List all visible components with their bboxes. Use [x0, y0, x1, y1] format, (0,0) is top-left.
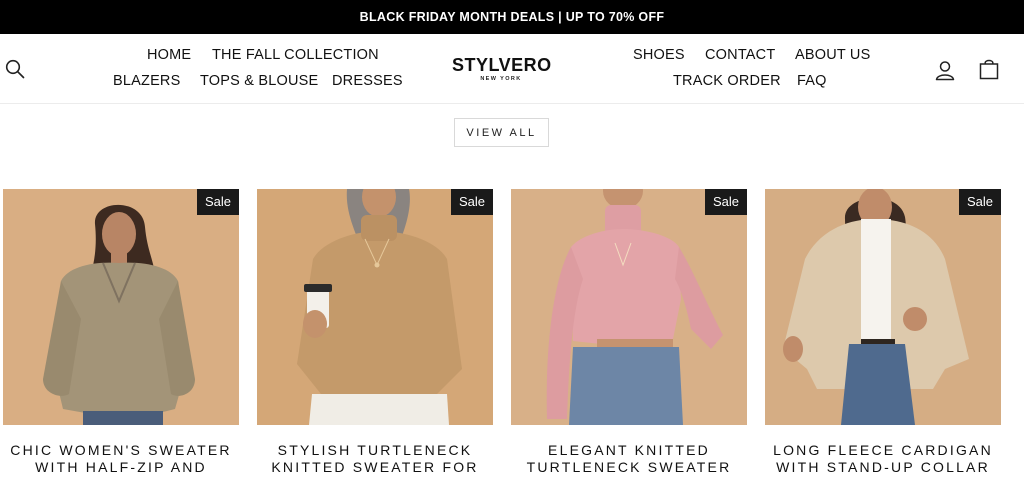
site-header: HOME THE FALL COLLECTION BLAZERS TOPS & …	[0, 34, 1024, 104]
product-title-line: KNITTED SWEATER FOR	[271, 459, 479, 475]
search-icon[interactable]	[5, 59, 25, 79]
product-card[interactable]: Sale LONG FLEECE CARDIGAN WITH STAND-UP …	[765, 189, 1001, 476]
logo-subtitle: NEW YORK	[480, 76, 522, 82]
product-title-line: WITH STAND-UP COLLAR	[776, 459, 990, 475]
product-title-line: TURTLENECK SWEATER	[526, 459, 732, 475]
announcement-bar: BLACK FRIDAY MONTH DEALS | UP TO 70% OFF	[0, 0, 1024, 34]
product-card[interactable]: Sale STYLISH TURTLENECK KNITTED SWEATER …	[257, 189, 493, 476]
announcement-text[interactable]: BLACK FRIDAY MONTH DEALS | UP TO 70% OFF	[360, 10, 665, 24]
product-title-line: CHIC WOMEN'S SWEATER	[10, 442, 232, 458]
nav-about-us[interactable]: ABOUT US	[795, 47, 870, 63]
bag-icon[interactable]	[979, 58, 999, 80]
nav-tops-blouse[interactable]: TOPS & BLOUSE	[200, 73, 318, 89]
nav-faq[interactable]: FAQ	[797, 73, 827, 89]
product-title[interactable]: STYLISH TURTLENECK KNITTED SWEATER FOR	[257, 442, 493, 476]
sale-badge: Sale	[704, 189, 747, 215]
product-title[interactable]: CHIC WOMEN'S SWEATER WITH HALF-ZIP AND	[3, 442, 239, 476]
nav-dresses[interactable]: DRESSES	[332, 73, 403, 89]
product-title-line: ELEGANT KNITTED	[548, 442, 710, 458]
sale-badge: Sale	[958, 189, 1001, 215]
nav-fall-collection[interactable]: THE FALL COLLECTION	[212, 47, 379, 63]
product-card[interactable]: Sale ELEGANT KNITTED TURTLENECK SWEATER	[511, 189, 747, 476]
product-image[interactable]: Sale	[511, 189, 747, 425]
product-title[interactable]: LONG FLEECE CARDIGAN WITH STAND-UP COLLA…	[765, 442, 1001, 476]
product-image[interactable]: Sale	[765, 189, 1001, 425]
product-title-line: WITH HALF-ZIP AND	[35, 459, 207, 475]
product-title-line: STYLISH TURTLENECK	[277, 442, 473, 458]
site-logo[interactable]: STYLVERO NEW YORK	[452, 55, 552, 82]
nav-contact[interactable]: CONTACT	[705, 47, 775, 63]
sale-badge: Sale	[196, 189, 239, 215]
nav-shoes[interactable]: SHOES	[633, 47, 685, 63]
product-title[interactable]: ELEGANT KNITTED TURTLENECK SWEATER	[511, 442, 747, 476]
sale-badge: Sale	[450, 189, 493, 215]
product-title-line: LONG FLEECE CARDIGAN	[773, 442, 993, 458]
product-image[interactable]: Sale	[257, 189, 493, 425]
product-card[interactable]: Sale CHIC WOMEN'S SWEATER WITH HALF-ZIP …	[3, 189, 239, 476]
product-image[interactable]: Sale	[3, 189, 239, 425]
nav-home[interactable]: HOME	[147, 47, 191, 63]
view-all-button[interactable]: VIEW ALL	[454, 118, 549, 147]
nav-blazers[interactable]: BLAZERS	[113, 73, 180, 89]
user-icon[interactable]	[934, 59, 956, 81]
nav-track-order[interactable]: TRACK ORDER	[673, 73, 781, 89]
logo-name: STYLVERO	[452, 55, 552, 75]
